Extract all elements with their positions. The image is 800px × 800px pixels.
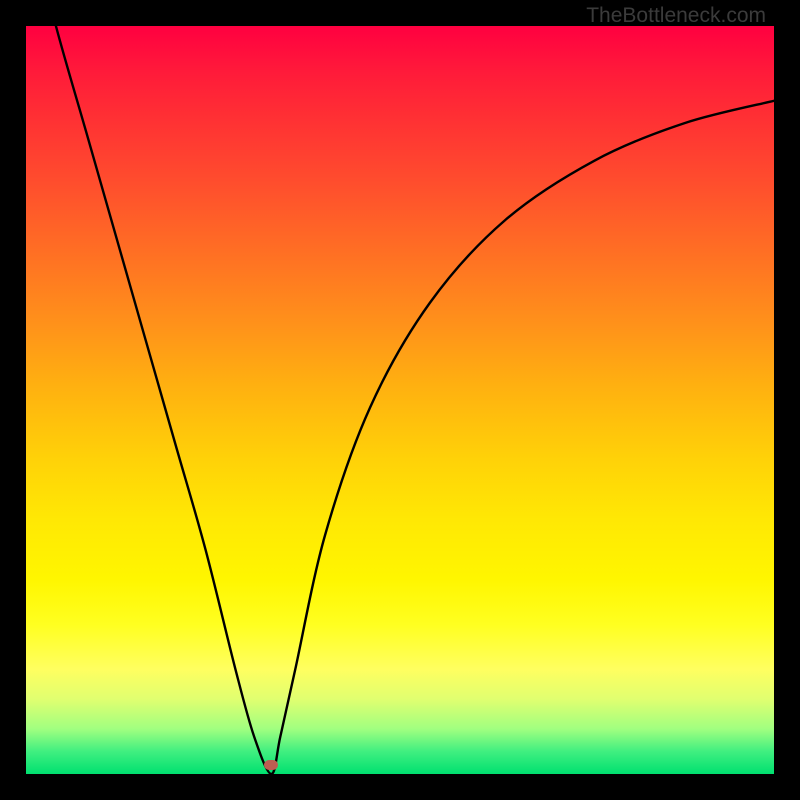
attribution-label: TheBottleneck.com xyxy=(586,4,766,28)
plot-area xyxy=(26,26,774,774)
chart-frame: TheBottleneck.com xyxy=(0,0,800,800)
optimal-point-marker xyxy=(264,760,278,770)
bottleneck-curve xyxy=(26,26,774,774)
